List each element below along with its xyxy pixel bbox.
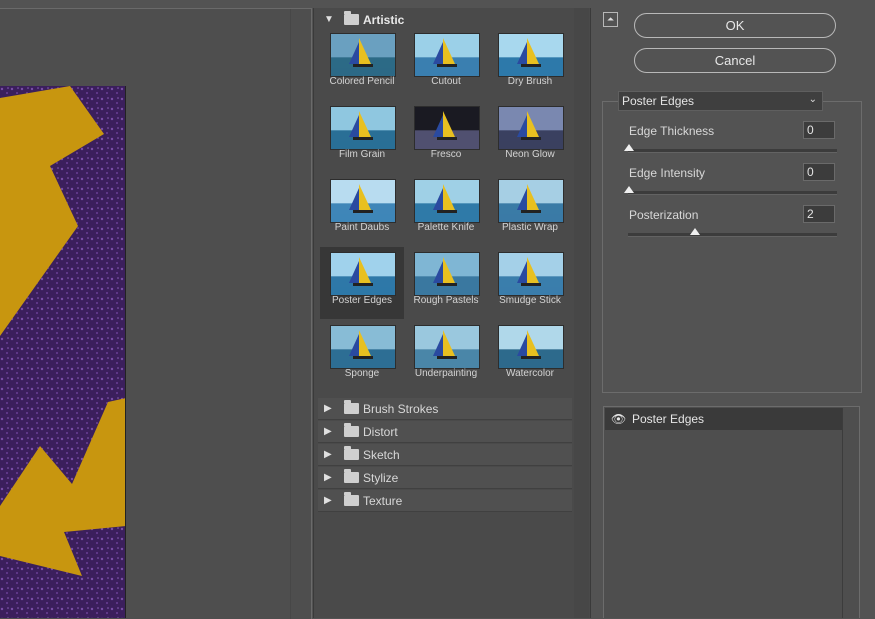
filter-thumbnail-label: Paint Daubs (334, 222, 390, 233)
folder-sketch[interactable]: ▶ Sketch (318, 444, 572, 466)
folder-artistic[interactable]: ▼ Artistic (318, 9, 572, 30)
filter-thumbnail-label: Film Grain (338, 149, 386, 160)
filter-thumbnail[interactable]: Dry Brush (488, 28, 572, 100)
filter-thumbnail-label: Rough Pastels (413, 295, 479, 306)
layers-scrollbar[interactable] (842, 408, 843, 618)
folder-label: Brush Strokes (363, 401, 439, 416)
filter-thumbnail[interactable]: Sponge (320, 320, 404, 392)
gallery-scrollbar[interactable] (574, 8, 589, 618)
edge-thickness-slider-handle[interactable] (624, 144, 634, 151)
posterization-slider-handle[interactable] (690, 228, 700, 235)
chevron-down-icon: ⌄ (808, 94, 817, 105)
filter-thumbnail-label: Dry Brush (507, 76, 553, 87)
edge-thickness-label: Edge Thickness (629, 124, 715, 138)
filter-thumbnail[interactable]: Smudge Stick (488, 247, 572, 319)
filter-select-value: Poster Edges (622, 94, 695, 108)
effect-layers-panel (603, 406, 860, 618)
filter-thumbnail-image (498, 179, 564, 223)
filter-thumbnail-image (498, 33, 564, 77)
edge-intensity-slider-handle[interactable] (624, 186, 634, 193)
collapse-icon: ⏶ (606, 14, 615, 24)
filter-thumbnail-label: Poster Edges (331, 295, 393, 306)
eye-icon[interactable]: 👁 (611, 412, 627, 426)
triangle-right-icon: ▶ (324, 495, 332, 506)
filter-settings-panel (602, 101, 862, 393)
triangle-right-icon: ▶ (324, 449, 332, 460)
folder-icon (344, 423, 359, 437)
posterization-slider[interactable] (628, 228, 837, 237)
filter-thumbnail-label: Smudge Stick (499, 295, 561, 306)
filter-thumbnail[interactable]: Watercolor (488, 320, 572, 392)
filter-thumbnail-image (330, 252, 396, 296)
filter-thumbnail[interactable]: Rough Pastels (404, 247, 488, 319)
filter-thumbnail-image (330, 106, 396, 150)
effect-layer-label: Poster Edges (632, 412, 705, 426)
folder-icon (344, 469, 359, 483)
filter-thumbnail-image (414, 179, 480, 223)
edge-intensity-slider[interactable] (624, 186, 837, 195)
filter-thumbnail-label: Underpainting (414, 368, 478, 379)
filter-thumbnail[interactable]: Cutout (404, 28, 488, 100)
filter-thumbnail-label: Sponge (344, 368, 380, 379)
edge-thickness-input[interactable]: 0 (803, 121, 835, 139)
filter-thumbnail[interactable]: Colored Pencil (320, 28, 404, 100)
posterization-input[interactable]: 2 (803, 205, 835, 223)
folder-icon (344, 446, 359, 460)
filter-thumbnail[interactable]: Plastic Wrap (488, 174, 572, 246)
filter-thumbnail-image (498, 325, 564, 369)
triangle-right-icon: ▶ (324, 403, 332, 414)
folder-label: Texture (363, 493, 403, 508)
filter-thumbnail-image (330, 325, 396, 369)
folder-label: Distort (363, 424, 398, 439)
folder-icon (344, 11, 359, 25)
filter-thumbnail-label: Palette Knife (417, 222, 475, 233)
folder-label: Stylize (363, 470, 399, 485)
filter-thumbnail-image (498, 106, 564, 150)
filter-thumbnail-label: Watercolor (506, 368, 554, 379)
folder-label: Sketch (363, 447, 400, 462)
filter-thumbnail[interactable]: Fresco (404, 101, 488, 173)
filter-thumbnail-label: Cutout (431, 76, 461, 87)
filter-thumbnail[interactable]: Neon Glow (488, 101, 572, 173)
filter-thumbnail-label: Neon Glow (505, 149, 555, 160)
filter-select[interactable]: Poster Edges ⌄ (618, 91, 823, 111)
folder-distort[interactable]: ▶ Distort (318, 421, 572, 443)
filter-thumbnail-image (330, 33, 396, 77)
filter-thumbnail-image (498, 252, 564, 296)
filter-thumbnail[interactable]: Film Grain (320, 101, 404, 173)
filter-thumbnail[interactable]: Palette Knife (404, 174, 488, 246)
edge-intensity-label: Edge Intensity (629, 166, 706, 180)
filter-thumbnail-label: Fresco (430, 149, 462, 160)
filter-thumbnail-label: Plastic Wrap (502, 222, 558, 233)
filter-thumbnail-label: Colored Pencil (329, 76, 395, 87)
collapse-gallery-button[interactable]: ⏶ (603, 12, 618, 27)
posterization-label: Posterization (629, 208, 699, 222)
folder-stylize[interactable]: ▶ Stylize (318, 467, 572, 489)
filter-thumbnail-image (414, 33, 480, 77)
preview-scrollbar[interactable] (290, 9, 291, 619)
folder-icon (344, 400, 359, 414)
ok-button[interactable]: OK (634, 13, 836, 38)
triangle-right-icon: ▶ (324, 472, 332, 483)
edge-thickness-slider[interactable] (624, 144, 837, 153)
triangle-right-icon: ▶ (324, 426, 332, 437)
filter-thumbnail[interactable]: Underpainting (404, 320, 488, 392)
filter-thumbnail-image (414, 325, 480, 369)
filter-thumbnail[interactable]: Poster Edges (320, 247, 404, 319)
folder-texture[interactable]: ▶ Texture (318, 490, 572, 512)
effect-layer-row[interactable]: 👁 Poster Edges (605, 408, 842, 430)
cancel-button[interactable]: Cancel (634, 48, 836, 73)
folder-icon (344, 492, 359, 506)
triangle-down-icon: ▼ (324, 14, 334, 25)
filter-thumbnail[interactable]: Paint Daubs (320, 174, 404, 246)
edge-intensity-input[interactable]: 0 (803, 163, 835, 181)
filter-thumbnail-image (414, 106, 480, 150)
folder-brush-strokes[interactable]: ▶ Brush Strokes (318, 398, 572, 420)
filter-thumbnail-image (330, 179, 396, 223)
preview-image (0, 86, 126, 618)
filter-thumbnail-image (414, 252, 480, 296)
folder-label: Artistic (363, 12, 405, 27)
